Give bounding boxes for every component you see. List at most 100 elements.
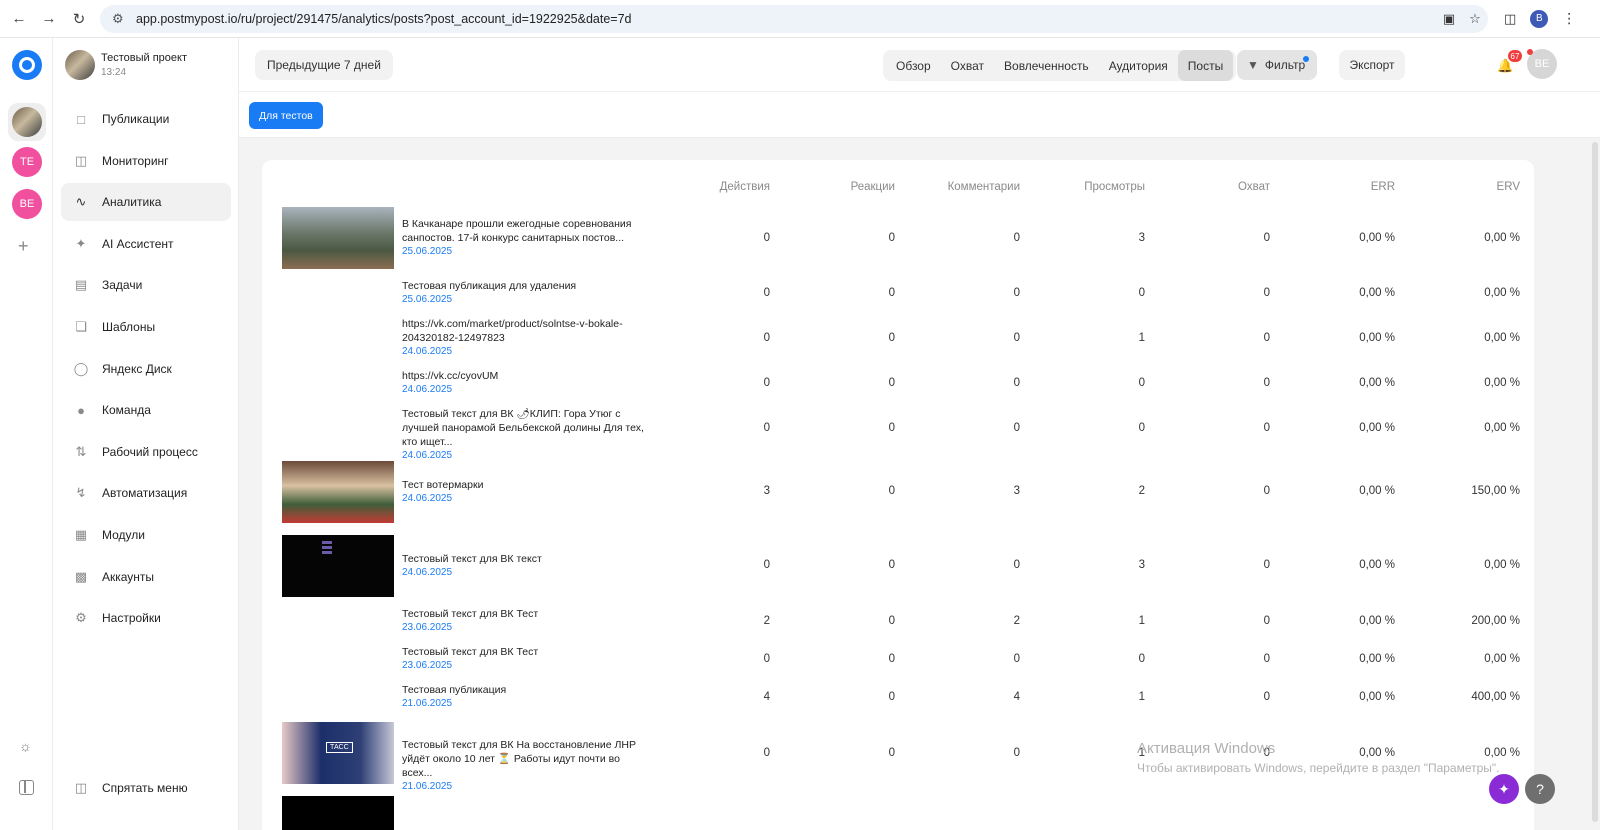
cell-reach: 0 <box>1263 485 1270 497</box>
column-header-err[interactable]: ERR <box>1275 181 1395 193</box>
posts-table-card: Действия Реакции Комментарии Просмотры О… <box>262 160 1534 830</box>
tab-overview[interactable]: Обзор <box>886 50 941 81</box>
install-app-icon[interactable]: ▣ <box>1436 11 1462 27</box>
account-switch-be[interactable]: BE <box>8 185 46 223</box>
post-thumbnail[interactable] <box>282 461 394 523</box>
project-avatar[interactable] <box>8 103 46 141</box>
reload-icon[interactable]: ↻ <box>68 8 90 30</box>
post-thumbnail[interactable] <box>282 207 394 269</box>
column-header-actions[interactable]: Действия <box>650 181 770 193</box>
accounts-icon: ▩ <box>74 568 88 584</box>
sidebar-item-label: Публикации <box>102 112 170 126</box>
cell-comments: 0 <box>1013 422 1020 434</box>
postmypost-logo[interactable] <box>12 50 42 80</box>
cell-erv: 200,00 % <box>1471 615 1520 627</box>
sidebar-item-publications[interactable]: □ Публикации <box>61 100 231 138</box>
post-title[interactable]: Тестовый текст для ВК Тест <box>402 607 652 621</box>
notification-badge: 67 <box>1508 50 1522 62</box>
cell-comments: 0 <box>1013 653 1020 665</box>
kanban-icon: ▤ <box>74 277 88 293</box>
cell-erv: 0,00 % <box>1484 559 1520 571</box>
sidebar-item-ai-assistant[interactable]: ✦ AI Ассистент <box>61 225 231 263</box>
post-title[interactable]: Тестовый текст для ВК 🌶КЛИП: Гора Утюг с… <box>402 407 652 449</box>
post-date: 24.06.2025 <box>402 567 453 578</box>
sidebar-item-analytics[interactable]: ∿ Аналитика <box>61 183 231 222</box>
tab-engagement[interactable]: Вовлеченность <box>994 50 1099 81</box>
sidebar-item-label: Модули <box>102 527 145 542</box>
post-thumbnail[interactable] <box>282 796 394 830</box>
column-header-comments[interactable]: Комментарии <box>900 181 1020 193</box>
column-header-reach[interactable]: Охват <box>1150 181 1270 193</box>
cell-comments: 0 <box>1013 287 1020 299</box>
forward-icon[interactable]: → <box>38 8 60 30</box>
sidebar-item-monitoring[interactable]: ◫ Мониторинг <box>61 142 231 180</box>
browser-profile-avatar[interactable]: B <box>1530 9 1549 28</box>
post-thumbnail[interactable] <box>282 535 394 597</box>
export-button[interactable]: Экспорт <box>1339 50 1405 80</box>
sidebar-item-settings[interactable]: ⚙ Настройки <box>61 599 231 637</box>
project-time: 13:24 <box>101 67 127 78</box>
disk-icon: ◯ <box>73 360 89 376</box>
cell-views: 1 <box>1138 691 1145 703</box>
site-settings-icon[interactable]: ⚙ <box>112 11 130 27</box>
cell-comments: 2 <box>1013 615 1020 627</box>
tab-reach[interactable]: Охват <box>941 50 994 81</box>
post-title[interactable]: https://vk.cc/cyovUM <box>402 369 652 383</box>
filter-button[interactable]: ▼ Фильтр <box>1237 50 1317 80</box>
post-title[interactable]: Тестовый текст для ВК Тест <box>402 645 652 659</box>
bookmark-star-icon[interactable]: ☆ <box>1462 11 1488 27</box>
back-icon[interactable]: ← <box>8 8 30 30</box>
tab-posts[interactable]: Посты <box>1177 50 1234 81</box>
post-title[interactable]: В Качканаре прошли ежегодные соревновани… <box>402 217 652 245</box>
theme-toggle-icon[interactable]: ☼ <box>19 738 32 754</box>
post-title[interactable]: https://vk.com/market/product/solntse-v-… <box>402 317 632 345</box>
sidebar-item-modules[interactable]: ▦ Модули <box>61 516 231 554</box>
column-header-erv[interactable]: ERV <box>1400 181 1520 193</box>
sidebar-item-automation[interactable]: ↯ Автоматизация <box>61 474 231 512</box>
add-project-icon[interactable]: + <box>18 236 29 257</box>
address-bar[interactable]: ⚙ app.postmypost.io/ru/project/291475/an… <box>100 4 1488 33</box>
post-title[interactable]: Тестовая публикация для удаления <box>402 279 652 293</box>
help-button[interactable]: ? <box>1525 774 1555 804</box>
panel-toggle-icon[interactable] <box>19 780 34 795</box>
tab-search-icon[interactable]: ◫ <box>1504 11 1516 27</box>
tag-for-tests[interactable]: Для тестов <box>249 102 323 129</box>
post-thumbnail[interactable]: ТАСС <box>282 722 394 784</box>
sidebar-item-tasks[interactable]: ▤ Задачи <box>61 266 231 304</box>
project-header[interactable]: Тестовый проект 13:24 <box>65 50 187 80</box>
sidebar-item-accounts[interactable]: ▩ Аккаунты <box>61 558 231 596</box>
cell-comments: 3 <box>1013 485 1020 497</box>
sidebar-item-team[interactable]: ● Команда <box>61 391 231 429</box>
sidebar-item-yandex-disk[interactable]: ◯ Яндекс Диск <box>61 350 231 388</box>
tab-audience[interactable]: Аудитория <box>1099 50 1178 81</box>
sidebar-item-templates[interactable]: ❏ Шаблоны <box>61 308 231 346</box>
column-header-reactions[interactable]: Реакции <box>775 181 895 193</box>
cell-err: 0,00 % <box>1359 232 1395 244</box>
sidebar-item-workflow[interactable]: ⇅ Рабочий процесс <box>61 433 231 471</box>
hide-menu-button[interactable]: ◫ Спрятать меню <box>73 780 188 796</box>
post-title[interactable]: Тестовый текст для ВК На восстановление … <box>402 738 652 780</box>
sparkle-icon: ✦ <box>75 235 87 251</box>
post-title[interactable]: Тест вотермарки <box>402 478 652 492</box>
ai-assistant-button[interactable]: ✦ <box>1489 774 1519 804</box>
project-avatar-small <box>65 50 95 80</box>
url-text[interactable]: app.postmypost.io/ru/project/291475/anal… <box>136 12 1436 26</box>
post-title[interactable]: Тестовый текст для ВК текст <box>402 552 652 566</box>
cell-erv: 0,00 % <box>1484 287 1520 299</box>
scrollbar[interactable] <box>1592 142 1598 822</box>
post-date: 23.06.2025 <box>402 660 453 671</box>
browser-menu-icon[interactable]: ⋮ <box>1562 10 1576 27</box>
column-header-views[interactable]: Просмотры <box>1025 181 1145 193</box>
sidebar-item-label: Автоматизация <box>102 486 188 501</box>
sidebar-item-label: Рабочий процесс <box>102 444 198 459</box>
post-title[interactable]: Тестовая публикация <box>402 683 652 697</box>
cell-reach: 0 <box>1263 691 1270 703</box>
cell-comments: 4 <box>1013 691 1020 703</box>
cell-views: 2 <box>1138 485 1145 497</box>
account-switch-te[interactable]: TE <box>8 143 46 181</box>
period-selector[interactable]: Предыдущие 7 дней <box>255 50 393 80</box>
cell-comments: 0 <box>1013 332 1020 344</box>
cell-reactions: 0 <box>888 615 895 627</box>
tag-bar: Для тестов <box>239 92 1600 138</box>
monitoring-icon: ◫ <box>74 152 88 168</box>
